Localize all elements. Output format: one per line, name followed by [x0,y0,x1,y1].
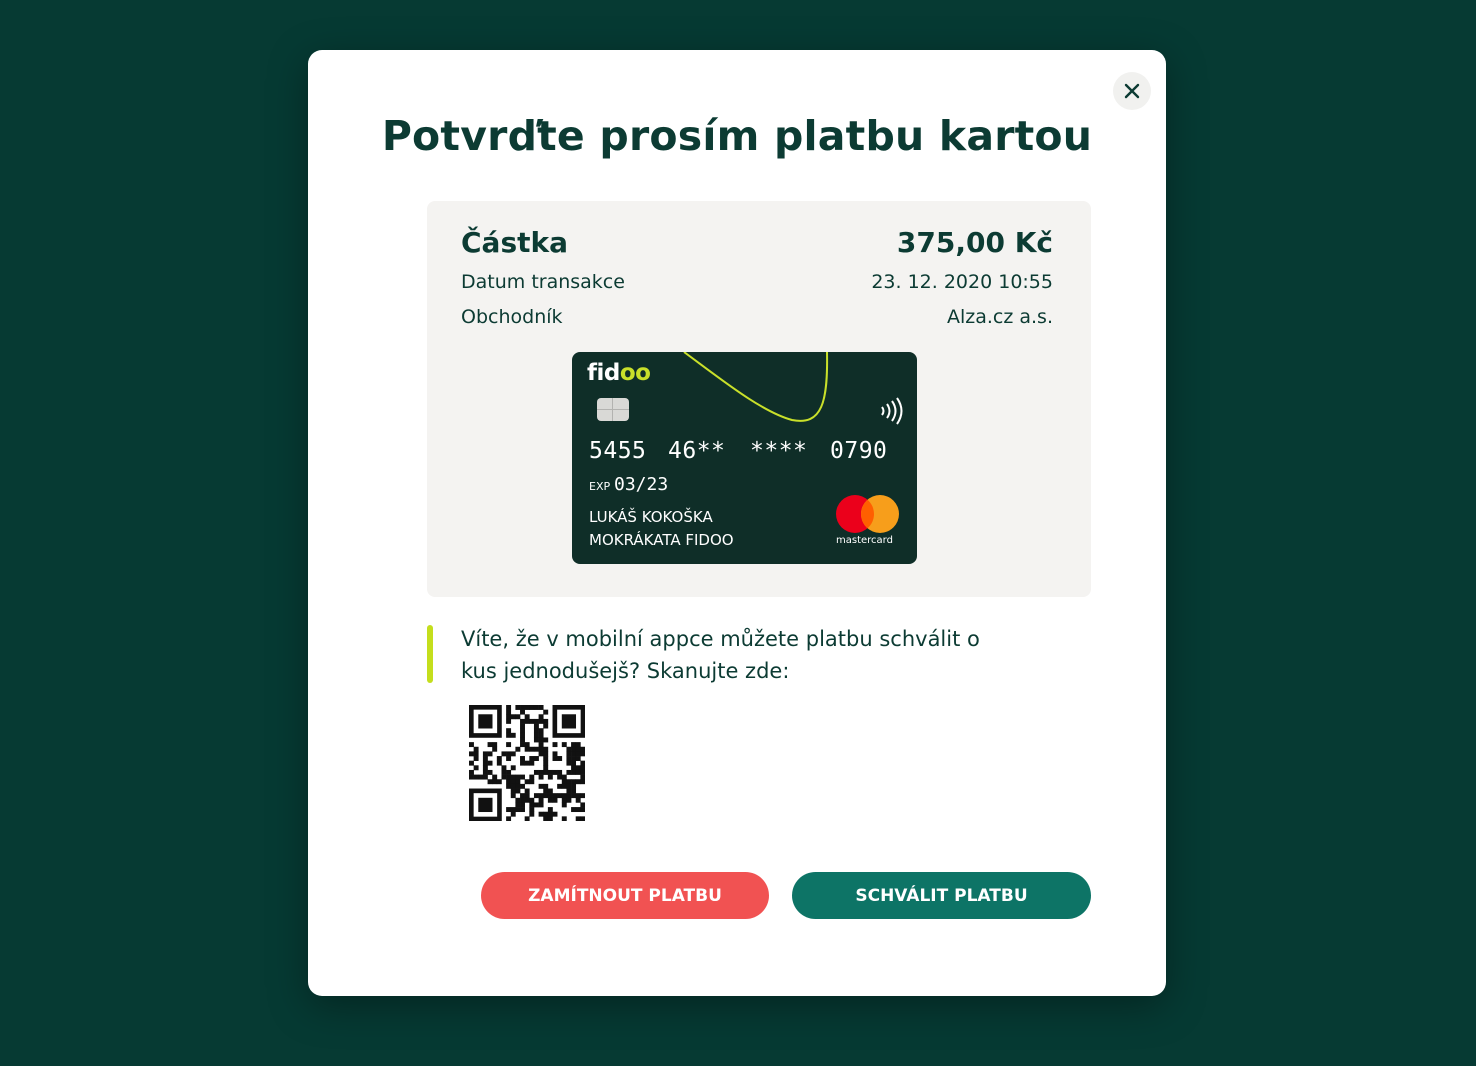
mastercard-logo [836,495,899,533]
close-icon [1124,83,1140,99]
date-label: Datum transakce [461,271,625,293]
payment-confirmation-modal: Potvrďte prosím platbu kartou Částka 375… [308,50,1166,996]
merchant-row: Obchodník Alza.cz a.s. [461,306,1053,328]
reject-payment-button[interactable]: ZAMÍTNOUT PLATBU [481,872,769,919]
close-button[interactable] [1113,72,1151,110]
contactless-icon [881,397,903,425]
date-row: Datum transakce 23. 12. 2020 10:55 [461,271,1053,293]
card-number-group-1: 5455 [589,438,647,464]
amount-row: Částka 375,00 Kč [461,226,1053,259]
card-network-label: mastercard [836,535,893,546]
card-exp-label: EXP [589,480,611,493]
date-value: 23. 12. 2020 10:55 [871,271,1053,293]
card-number-group-3: **** [750,438,808,464]
approve-payment-button[interactable]: SCHVÁLIT PLATBU [792,872,1091,919]
card-holder: LUKÁŠ KOKOŠKA MOKRÁKATA FIDOO [589,506,734,552]
amount-value: 375,00 Kč [896,226,1053,259]
merchant-value: Alza.cz a.s. [946,306,1053,328]
transaction-details-panel: Částka 375,00 Kč Datum transakce 23. 12.… [427,201,1091,597]
card-holder-name: LUKÁŠ KOKOŠKA [589,508,713,526]
card-exp-value: 03/23 [614,474,669,495]
amount-label: Částka [461,226,569,259]
mobile-app-hint: Víte, že v mobilní appce můžete platbu s… [461,627,980,683]
card-number-group-4: 0790 [830,438,888,464]
card-holder-company: MOKRÁKATA FIDOO [589,531,734,549]
payment-card: fidoo 5455 46** **** 0790 EXP 03/23 LUKÁ… [572,352,917,564]
hint-accent-bar [427,625,433,683]
modal-title: Potvrďte prosím platbu kartou [381,112,1093,160]
card-number-group-2: 46** [668,438,726,464]
chip-icon [597,398,629,421]
qr-code[interactable] [469,705,585,821]
merchant-label: Obchodník [461,306,563,328]
card-brand-logo: fidoo [587,360,651,386]
